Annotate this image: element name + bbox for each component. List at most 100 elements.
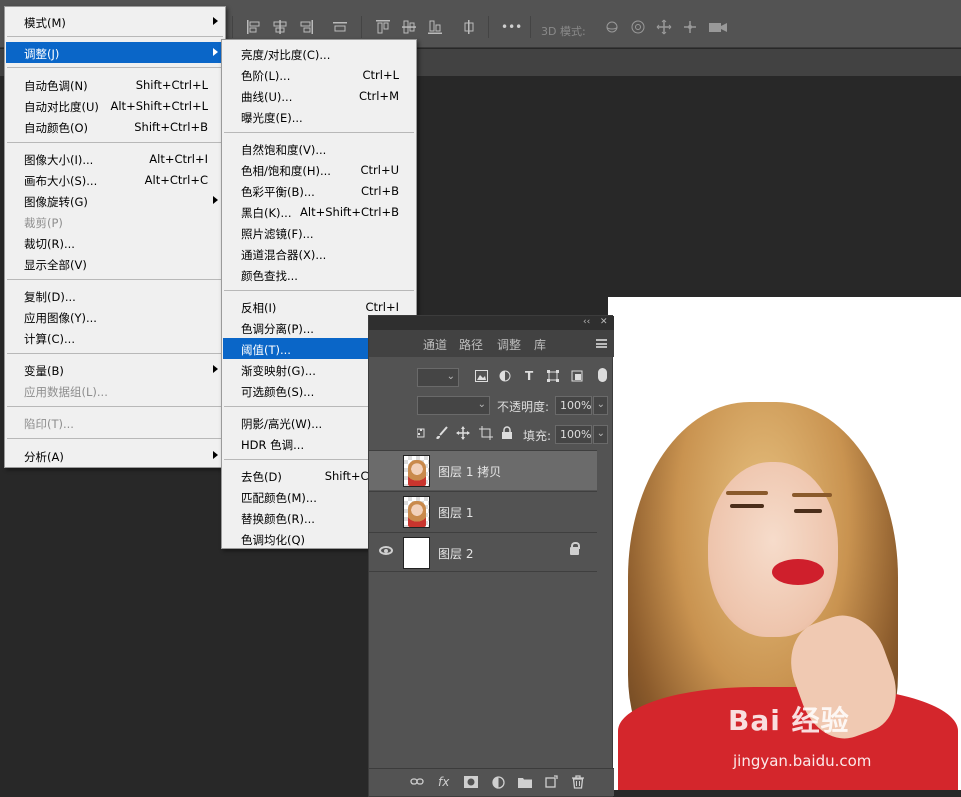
menu-item-photo-filter[interactable]: 照片滤镜(F)... xyxy=(223,222,415,243)
blend-mode-select[interactable]: ⌄ xyxy=(417,396,490,415)
panel-menu-icon[interactable] xyxy=(596,339,607,348)
menu-item-trim[interactable]: 裁切(R)... xyxy=(6,232,224,253)
visibility-eye-icon[interactable] xyxy=(379,546,393,555)
eye xyxy=(730,504,764,508)
menu-item-auto-tone[interactable]: 自动色调(N) Shift+Ctrl+L xyxy=(6,74,224,95)
close-panel-button[interactable]: ✕ xyxy=(600,317,608,327)
3d-slide-icon[interactable] xyxy=(682,19,698,35)
menu-item-invert[interactable]: 反相(I) Ctrl+I xyxy=(223,296,415,317)
lock-image-brush-icon[interactable] xyxy=(435,426,449,440)
tab-libraries[interactable]: 库 xyxy=(534,336,546,353)
more-options-button[interactable]: ••• xyxy=(501,20,522,34)
menu-item-variables[interactable]: 变量(B) xyxy=(6,359,224,380)
menu-separator xyxy=(7,142,223,143)
layer-name[interactable]: 图层 1 xyxy=(438,504,473,521)
3d-pan-icon[interactable] xyxy=(656,19,672,35)
trash-icon[interactable] xyxy=(572,775,584,789)
chevron-down-icon: ⌄ xyxy=(596,399,605,410)
menu-item-vibrance[interactable]: 自然饱和度(V)... xyxy=(223,138,415,159)
menu-item-apply-image[interactable]: 应用图像(Y)... xyxy=(6,306,224,327)
tab-paths[interactable]: 路径 xyxy=(459,336,483,353)
menu-item-auto-contrast[interactable]: 自动对比度(U) Alt+Shift+Ctrl+L xyxy=(6,95,224,116)
lock-position-move-icon[interactable] xyxy=(456,426,470,440)
3d-camera-icon[interactable] xyxy=(708,19,728,35)
menu-item-adjustments[interactable]: 调整(J) xyxy=(6,42,224,63)
filter-pixel-icon[interactable] xyxy=(475,370,488,382)
menu-item-color-balance[interactable]: 色彩平衡(B)... Ctrl+B xyxy=(223,180,415,201)
fill-value: 100% xyxy=(560,428,592,441)
filter-adjustment-icon[interactable] xyxy=(499,370,511,382)
align-middle-icon[interactable] xyxy=(401,19,417,35)
tab-adjustments[interactable]: 调整 xyxy=(497,336,521,353)
3d-orbit-icon[interactable] xyxy=(604,19,620,35)
thumbnail-figure xyxy=(408,501,426,527)
menu-item-reveal-all[interactable]: 显示全部(V) xyxy=(6,253,224,274)
filter-smart-object-icon[interactable] xyxy=(571,370,583,382)
link-icon[interactable] xyxy=(410,777,424,787)
folder-icon[interactable] xyxy=(518,776,532,788)
align-bottom-icon[interactable] xyxy=(427,19,443,35)
menu-item-label: 图像旋转(G) xyxy=(24,195,88,209)
collapse-panel-button[interactable]: ‹‹ xyxy=(583,317,590,327)
filter-toggle[interactable] xyxy=(598,368,607,382)
menu-item-image-size[interactable]: 图像大小(I)... Alt+Ctrl+I xyxy=(6,148,224,169)
menu-separator xyxy=(224,290,414,291)
menu-item-hue-saturation[interactable]: 色相/饱和度(H)... Ctrl+U xyxy=(223,159,415,180)
menu-item-color-lookup[interactable]: 颜色查找... xyxy=(223,264,415,285)
menu-item-label: 色调分离(P)... xyxy=(241,322,314,336)
menu-item-curves[interactable]: 曲线(U)... Ctrl+M xyxy=(223,85,415,106)
watermark-brand: Bai 经验 xyxy=(728,704,850,737)
3d-roll-icon[interactable] xyxy=(630,19,646,35)
layer-row[interactable]: 图层 1 拷贝 xyxy=(369,450,597,490)
fill-input[interactable]: 100% xyxy=(555,425,592,444)
menu-item-label: 颜色查找... xyxy=(241,269,298,283)
align-left-icon[interactable] xyxy=(246,19,262,35)
layer-row[interactable]: 图层 2 xyxy=(369,532,597,572)
fill-dropdown[interactable]: ⌄ xyxy=(593,425,608,444)
menu-item-black-white[interactable]: 黑白(K)... Alt+Shift+Ctrl+B xyxy=(223,201,415,222)
menu-item-brightness-contrast[interactable]: 亮度/对比度(C)... xyxy=(223,43,415,64)
menu-item-label: 复制(D)... xyxy=(24,290,76,304)
menu-item-levels[interactable]: 色阶(L)... Ctrl+L xyxy=(223,64,415,85)
menu-item-mode[interactable]: 模式(M) xyxy=(6,11,224,32)
lock-transparent-icon[interactable] xyxy=(417,427,425,439)
fx-icon[interactable]: fx xyxy=(438,775,449,789)
opacity-dropdown[interactable]: ⌄ xyxy=(593,396,608,415)
menu-item-image-rotation[interactable]: 图像旋转(G) xyxy=(6,190,224,211)
panel-bottom-bar: fx xyxy=(369,768,614,796)
menu-item-canvas-size[interactable]: 画布大小(S)... Alt+Ctrl+C xyxy=(6,169,224,190)
lock-artboard-icon[interactable] xyxy=(479,426,493,440)
opacity-input[interactable]: 100% xyxy=(555,396,592,415)
filter-shape-icon[interactable] xyxy=(547,370,559,382)
menu-item-duplicate[interactable]: 复制(D)... xyxy=(6,285,224,306)
distribute-icon[interactable] xyxy=(332,19,348,35)
mask-icon[interactable] xyxy=(464,776,478,788)
layer-name[interactable]: 图层 2 xyxy=(438,545,473,562)
layer-thumbnail xyxy=(403,496,430,528)
new-layer-icon[interactable] xyxy=(545,775,558,788)
menu-item-analysis[interactable]: 分析(A) xyxy=(6,445,224,466)
layer-row[interactable]: 图层 1 xyxy=(369,491,597,531)
menu-item-auto-color[interactable]: 自动颜色(O) Shift+Ctrl+B xyxy=(6,116,224,137)
align-right-icon[interactable] xyxy=(298,19,314,35)
menu-item-label: 画布大小(S)... xyxy=(24,174,98,188)
adjustment-icon[interactable] xyxy=(492,776,505,789)
align-center-h-icon[interactable] xyxy=(272,19,288,35)
tab-channels[interactable]: 通道 xyxy=(423,336,447,353)
menu-item-shortcut: Shift+Ctrl+L xyxy=(135,78,208,92)
lock-all-icon[interactable] xyxy=(501,426,513,440)
menu-item-calculations[interactable]: 计算(C)... xyxy=(6,327,224,348)
divider xyxy=(361,16,362,38)
layer-name[interactable]: 图层 1 拷贝 xyxy=(438,463,501,480)
submenu-arrow-icon xyxy=(213,196,218,204)
align-top-icon[interactable] xyxy=(375,19,391,35)
filter-type-icon[interactable]: T xyxy=(525,369,533,383)
panel-title-strip: ‹‹ ✕ xyxy=(369,316,614,330)
menu-item-exposure[interactable]: 曝光度(E)... xyxy=(223,106,415,127)
watermark-url: jingyan.baidu.com xyxy=(733,752,872,770)
menu-item-channel-mixer[interactable]: 通道混合器(X)... xyxy=(223,243,415,264)
menu-item-label: 应用图像(Y)... xyxy=(24,311,97,325)
menu-item-shortcut: Ctrl+U xyxy=(360,163,399,177)
layer-filter-select[interactable]: ⌄ xyxy=(417,368,459,387)
distribute-v-icon[interactable] xyxy=(461,19,477,35)
